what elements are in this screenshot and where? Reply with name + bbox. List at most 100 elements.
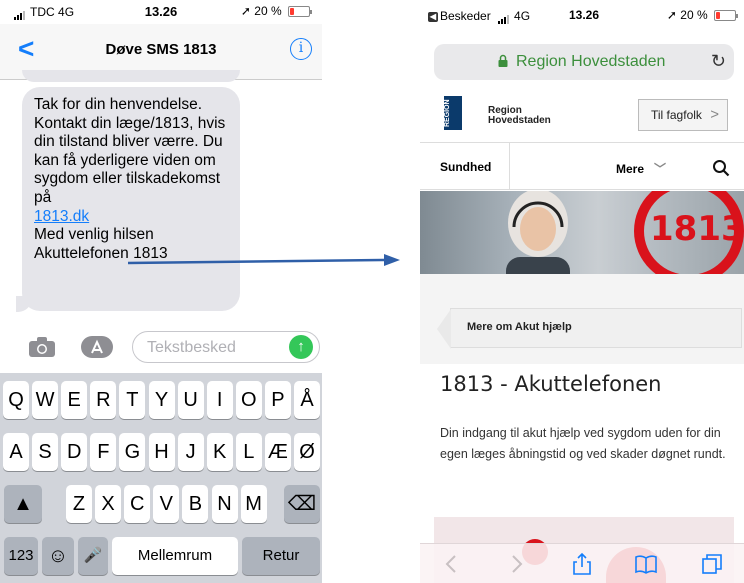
battery-indicator: ➚ 20 %: [240, 4, 312, 18]
compose-bar: Tekstbesked ↑: [0, 328, 322, 370]
address-bar[interactable]: Region Hovedstaden ↻: [434, 44, 734, 80]
camera-icon[interactable]: [28, 336, 56, 358]
logo-line-2: Hovedstaden: [488, 115, 551, 126]
key-g[interactable]: G: [119, 433, 146, 471]
tabs-icon[interactable]: [700, 552, 724, 576]
key-l[interactable]: L: [235, 433, 262, 471]
send-arrow-icon[interactable]: ↑: [289, 335, 313, 359]
key-c[interactable]: C: [124, 485, 151, 523]
network-type: 4G: [514, 9, 531, 23]
battery-percent: 20 %: [254, 4, 282, 18]
nav-health[interactable]: Sundhed: [420, 143, 510, 190]
site-navigation: Sundhed Mere ﹀: [420, 142, 744, 190]
location-icon: ➚: [666, 8, 677, 22]
share-icon[interactable]: [570, 552, 594, 576]
key-i[interactable]: I: [206, 381, 233, 419]
battery-icon: [714, 10, 738, 22]
key-k[interactable]: K: [206, 433, 233, 471]
received-message-bubble: Tak for din henvendelse. Kontakt din læg…: [22, 87, 240, 311]
microphone-icon: 🎤: [83, 547, 103, 564]
battery-icon: [288, 6, 312, 18]
key-d[interactable]: D: [61, 433, 88, 471]
signal-icon: [498, 10, 510, 24]
key-w[interactable]: W: [32, 381, 59, 419]
key-b[interactable]: B: [182, 485, 209, 523]
info-icon[interactable]: i: [290, 38, 312, 60]
safari-toolbar: [420, 543, 744, 583]
safari-screen: ◀ Beskeder 4G 13.26 ➚ 20 % Region Hovedst…: [420, 0, 744, 583]
breadcrumb-label: Mere om Akut hjælp: [467, 321, 572, 333]
reload-icon[interactable]: ↻: [711, 51, 726, 72]
message-signoff: Med venlig hilsen Akuttelefonen 1813: [34, 226, 168, 262]
nav-more-label: Mere: [616, 162, 645, 176]
key-e[interactable]: E: [61, 381, 88, 419]
message-input[interactable]: Tekstbesked ↑: [132, 331, 320, 363]
url-host: Region Hovedstaden: [516, 53, 666, 70]
delete-key[interactable]: ⌫: [284, 485, 320, 523]
key-f[interactable]: F: [90, 433, 117, 471]
previous-message-bubble: [22, 70, 240, 82]
professionals-button[interactable]: Til fagfolk >: [638, 99, 728, 131]
back-app-label: Beskeder: [440, 9, 491, 23]
key-ø[interactable]: Ø: [294, 433, 320, 471]
dictation-key[interactable]: 🎤: [78, 537, 108, 575]
key-n[interactable]: N: [211, 485, 238, 523]
status-bar: ◀ Beskeder 4G 13.26 ➚ 20 %: [420, 0, 744, 28]
key-m[interactable]: M: [240, 485, 267, 523]
back-icon[interactable]: [440, 552, 464, 576]
return-key[interactable]: Retur: [242, 537, 320, 575]
messages-screen: TDC 4G 13.26 ➚ 20 % < Døve SMS 1813 i Ta…: [0, 0, 322, 583]
status-bar: TDC 4G 13.26 ➚ 20 %: [0, 0, 322, 24]
shift-key[interactable]: ▲: [4, 485, 42, 523]
nav-more[interactable]: Mere ﹀: [616, 160, 666, 177]
hero-number: 1813: [650, 209, 744, 249]
back-to-app[interactable]: ◀ Beskeder 4G: [428, 9, 530, 24]
key-t[interactable]: T: [119, 381, 146, 419]
key-å[interactable]: Å: [294, 381, 320, 419]
professionals-label: Til fagfolk: [651, 108, 702, 122]
battery-indicator: ➚ 20 %: [666, 8, 738, 22]
key-z[interactable]: Z: [66, 485, 92, 523]
key-p[interactable]: P: [264, 381, 291, 419]
chevron-down-icon: ﹀: [654, 162, 667, 176]
key-v[interactable]: V: [153, 485, 180, 523]
page-intro: Din indgang til akut hjælp ved sygdom ud…: [440, 426, 726, 461]
key-y[interactable]: Y: [148, 381, 175, 419]
shift-icon: ▲: [13, 493, 33, 515]
lock-icon: [498, 54, 508, 67]
key-a[interactable]: A: [3, 433, 29, 471]
key-o[interactable]: O: [235, 381, 262, 419]
message-placeholder: Tekstbesked: [147, 339, 236, 356]
page-title: 1813 - Akuttelefonen: [440, 372, 662, 396]
key-x[interactable]: X: [95, 485, 122, 523]
key-æ[interactable]: Æ: [264, 433, 291, 471]
key-u[interactable]: U: [177, 381, 204, 419]
back-arrow-icon: ◀: [428, 11, 438, 22]
key-h[interactable]: H: [148, 433, 175, 471]
operator-photo: [506, 191, 570, 274]
hero-image: 1813: [420, 191, 744, 274]
forward-icon[interactable]: [504, 552, 528, 576]
search-icon[interactable]: [712, 159, 730, 177]
location-icon: ➚: [240, 4, 251, 18]
status-time: 13.26: [569, 8, 600, 22]
message-link[interactable]: 1813.dk: [34, 208, 89, 225]
delete-icon: ⌫: [287, 493, 317, 515]
conversation-title: Døve SMS 1813: [105, 41, 217, 58]
site-header: REGION Region Hovedstaden Til fagfolk >: [420, 90, 744, 142]
space-key[interactable]: Mellemrum: [112, 537, 238, 575]
message-text: Tak for din henvendelse. Kontakt din læg…: [34, 96, 226, 206]
app-store-icon[interactable]: [80, 335, 114, 359]
region-logo-text[interactable]: Region Hovedstaden: [488, 106, 551, 126]
numbers-key[interactable]: 123: [4, 537, 38, 575]
key-q[interactable]: Q: [3, 381, 29, 419]
breadcrumb[interactable]: Mere om Akut hjælp: [437, 308, 742, 349]
key-s[interactable]: S: [32, 433, 59, 471]
key-j[interactable]: J: [177, 433, 204, 471]
battery-percent: 20 %: [680, 8, 708, 22]
emoji-key[interactable]: ☺: [42, 537, 74, 575]
key-r[interactable]: R: [90, 381, 117, 419]
chevron-right-icon: >: [710, 106, 719, 123]
region-logo-mark[interactable]: REGION: [444, 96, 462, 130]
bookmarks-icon[interactable]: [634, 552, 658, 576]
